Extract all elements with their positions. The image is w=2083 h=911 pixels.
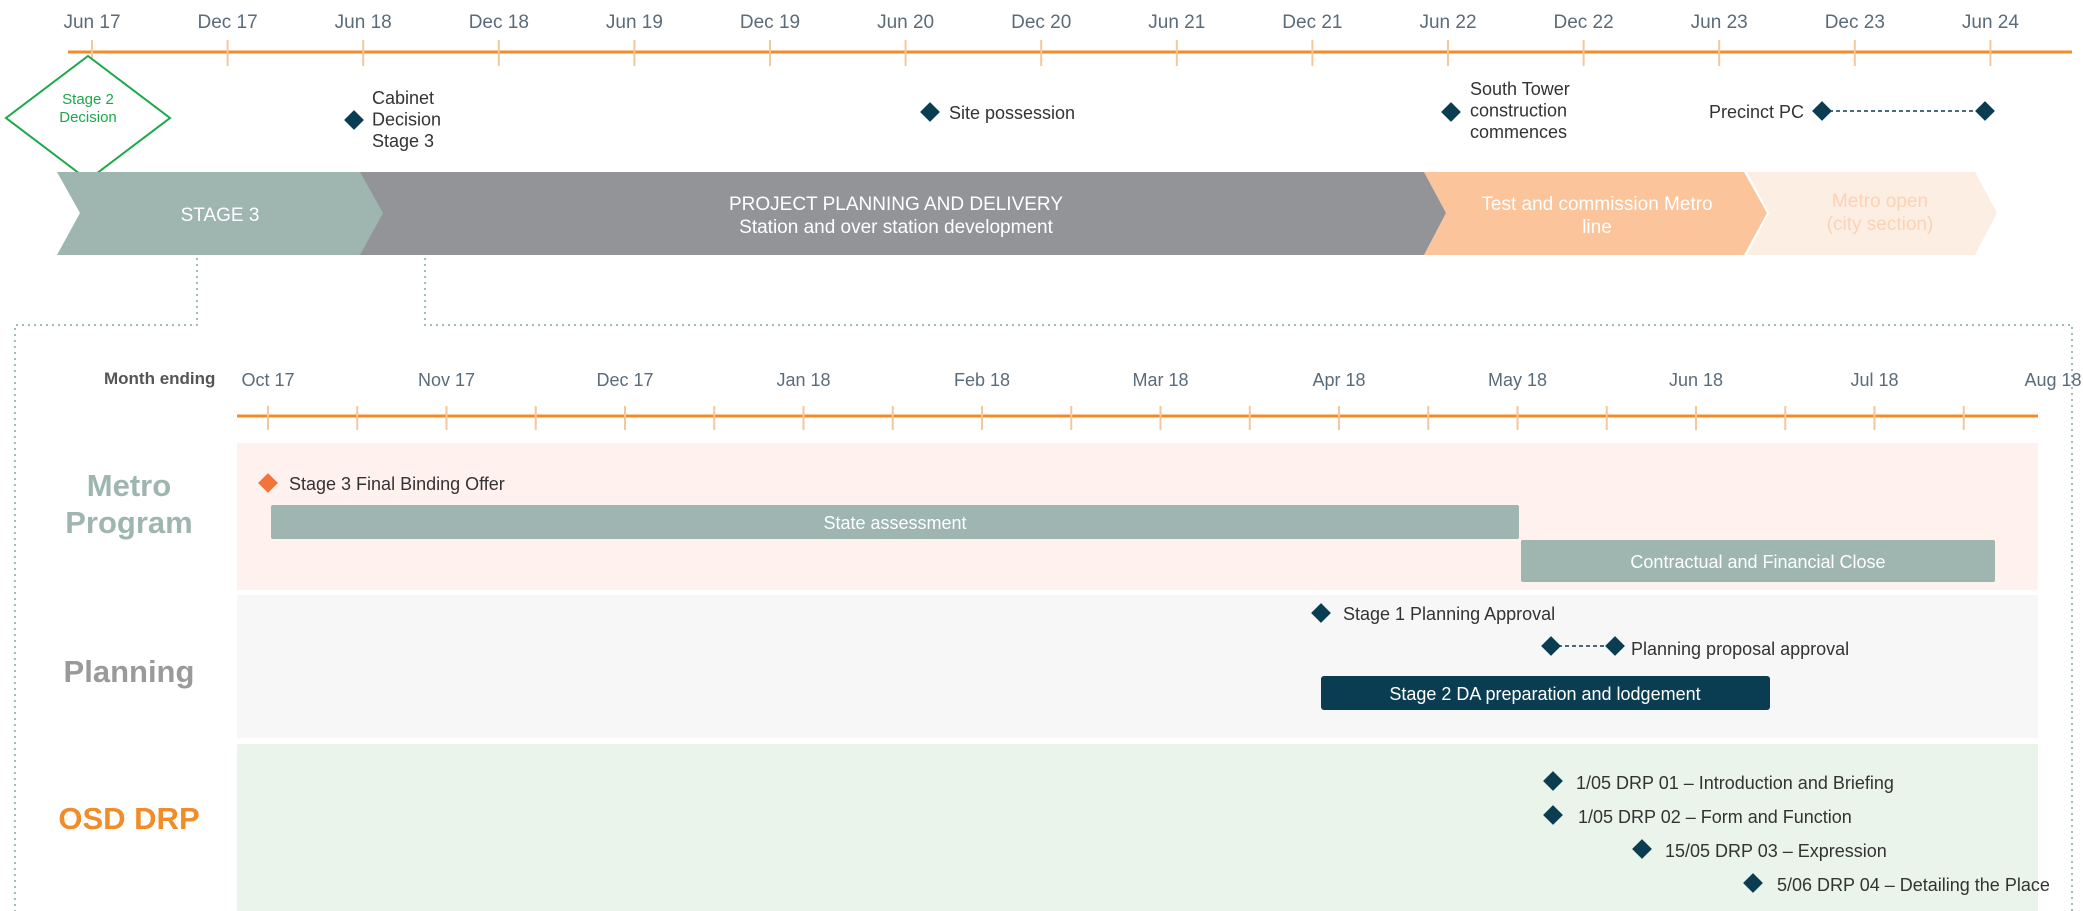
detail-month-label: Jan 18: [776, 370, 830, 390]
drp04-label: 5/06 DRP 04 – Detailing the Place: [1777, 875, 2050, 895]
cabinet-decision-milestone: Cabinet Decision Stage 3: [344, 88, 441, 151]
state-assessment-bar: State assessment: [271, 505, 1519, 539]
overview-tick-label: Jun 24: [1962, 12, 2019, 33]
stage1-planning-approval-milestone: Stage 1 Planning Approval: [1311, 603, 1555, 624]
detail-month-label: Aug 18: [2024, 370, 2081, 390]
south-tower-label: South Tower construction commences: [1470, 79, 1570, 142]
milestone-diamond-icon: [1812, 101, 1832, 121]
overview-tick-label: Jun 19: [606, 12, 663, 33]
metro-open-label: Metro open (city section): [1827, 191, 1934, 235]
detail-month-label: Nov 17: [418, 370, 475, 390]
site-possession-milestone: Site possession: [920, 102, 1075, 123]
overview-tick-label: Jun 22: [1419, 12, 1476, 33]
milestone-diamond-icon: [920, 102, 940, 122]
osd-drp-title: OSD DRP: [58, 801, 199, 836]
milestone-diamond-icon: [1441, 102, 1461, 122]
site-possession-label: Site possession: [949, 103, 1075, 123]
overview-tick-label: Dec 23: [1825, 12, 1885, 33]
delivery-phase-label: PROJECT PLANNING AND DELIVERY Station and…: [729, 194, 1063, 238]
drp03-label: 15/05 DRP 03 – Expression: [1665, 841, 1887, 861]
overview-tick-label: Dec 21: [1282, 12, 1342, 33]
overview-axis: Jun 17 Dec 17 Jun 18 Dec 18 Jun 19 Dec 19 Jun …: [63, 12, 2072, 66]
overview-tick-label: Dec 17: [197, 12, 257, 33]
drp03-milestone: 15/05 DRP 03 – Expression: [1632, 839, 1887, 861]
timeline-canvas: Jun 17 Dec 17 Jun 18 Dec 18 Jun 19 Dec 19 Jun …: [4, 12, 2082, 911]
overview-tick-label: Jun 21: [1148, 12, 1205, 33]
financial-close-label: Contractual and Financial Close: [1630, 552, 1885, 572]
overview-tick-label: Jun 17: [63, 12, 120, 33]
stage1-planning-approval-label: Stage 1 Planning Approval: [1343, 604, 1555, 624]
stage2-decision-milestone: Stage 2 Decision: [4, 54, 172, 182]
state-assessment-label: State assessment: [823, 513, 966, 533]
drp01-label: 1/05 DRP 01 – Introduction and Briefing: [1576, 773, 1894, 793]
detail-axis: Month ending Oct 17 Nov 17 Dec 17 Jan 18 Feb…: [104, 369, 2082, 430]
stage2-da-bar: Stage 2 DA preparation and lodgement: [1321, 676, 1770, 710]
drp02-milestone: 1/05 DRP 02 – Form and Function: [1543, 805, 1852, 827]
drp01-milestone: 1/05 DRP 01 – Introduction and Briefing: [1543, 771, 1894, 793]
final-binding-offer-milestone: Stage 3 Final Binding Offer: [258, 473, 505, 494]
detail-month-label: Apr 18: [1312, 370, 1365, 390]
south-tower-milestone: South Tower construction commences: [1441, 79, 1570, 142]
overview-tick-label: Dec 18: [469, 12, 529, 33]
planning-proposal-label: Planning proposal approval: [1631, 639, 1849, 659]
overview-tick-label: Dec 19: [740, 12, 800, 33]
precinct-pc-milestone: Precinct PC: [1709, 101, 1995, 122]
osd-drp-band: [237, 744, 2038, 911]
milestone-diamond-icon: [1975, 101, 1995, 121]
timeline-diagram: Jun 17 Dec 17 Jun 18 Dec 18 Jun 19 Dec 19 Jun …: [0, 0, 2083, 911]
stage3-phase-label: STAGE 3: [181, 205, 260, 226]
detail-month-label: Mar 18: [1132, 370, 1188, 390]
detail-ticks: [267, 406, 1965, 430]
final-binding-offer-label: Stage 3 Final Binding Offer: [289, 474, 505, 494]
drp04-milestone: 5/06 DRP 04 – Detailing the Place: [1743, 873, 2050, 895]
detail-month-label: May 18: [1488, 370, 1547, 390]
precinct-pc-label: Precinct PC: [1709, 102, 1804, 122]
overview-tick-label: Jun 18: [335, 12, 392, 33]
planning-title: Planning: [64, 654, 195, 689]
detail-month-label: Jun 18: [1669, 370, 1723, 390]
stage2-da-label: Stage 2 DA preparation and lodgement: [1389, 684, 1700, 704]
drp02-label: 1/05 DRP 02 – Form and Function: [1578, 807, 1852, 827]
overview-tick-label: Jun 20: [877, 12, 934, 33]
stage2-decision-label: Stage 2 Decision: [59, 91, 117, 126]
detail-month-label: Dec 17: [596, 370, 653, 390]
financial-close-bar: Contractual and Financial Close: [1521, 540, 1995, 582]
detail-month-labels: Oct 17 Nov 17 Dec 17 Jan 18 Feb 18 Mar 18 Apr …: [241, 370, 2081, 390]
detail-month-label: Oct 17: [241, 370, 294, 390]
cabinet-decision-label: Cabinet Decision Stage 3: [372, 88, 441, 151]
detail-month-label: Feb 18: [954, 370, 1010, 390]
planning-band: [237, 595, 2038, 738]
detail-month-label: Jul 18: [1850, 370, 1898, 390]
metro-program-title: Metro Program: [65, 468, 192, 540]
overview-tick-label: Jun 23: [1691, 12, 1748, 33]
month-ending-label: Month ending: [104, 369, 215, 388]
overview-tick-label: Dec 22: [1553, 12, 1613, 33]
phase-chevrons: Metro open (city section) Test and commis…: [57, 172, 1997, 255]
overview-tick-label: Dec 20: [1011, 12, 1071, 33]
overview-tick-labels: Jun 17 Dec 17 Jun 18 Dec 18 Jun 19 Dec 19 Jun …: [63, 12, 2019, 33]
milestone-diamond-icon: [344, 110, 364, 130]
